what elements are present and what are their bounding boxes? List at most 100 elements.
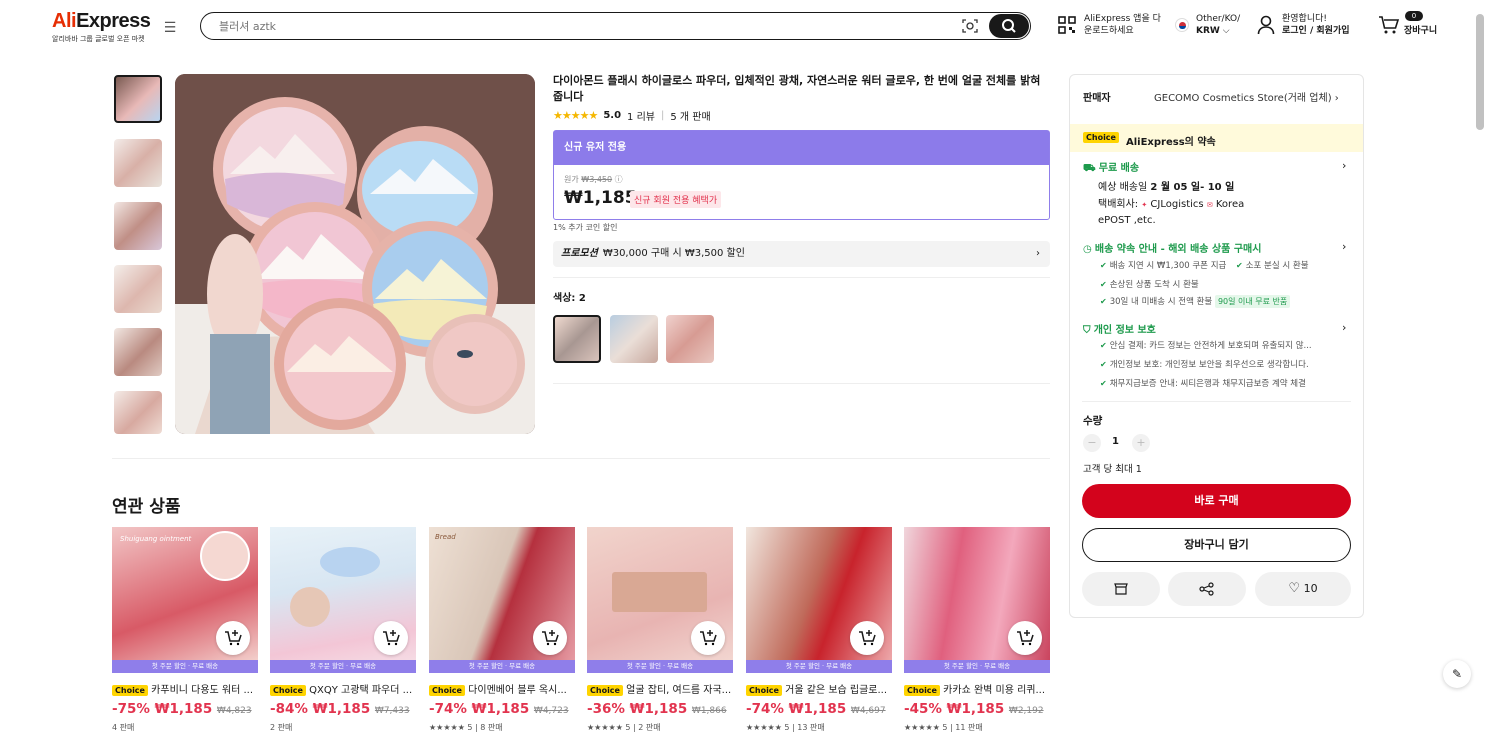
add-to-cart-icon[interactable] [691, 621, 725, 655]
quantity-increase-button[interactable]: + [1132, 434, 1150, 452]
account-link[interactable]: 환영합니다! 로그인 / 회원가입 [1282, 13, 1350, 37]
currency-label: KRW [1196, 26, 1220, 36]
search-input[interactable] [219, 17, 919, 35]
sold-count: 2 판매 [270, 723, 293, 732]
face-shape [290, 587, 330, 627]
color-option-3[interactable] [666, 315, 714, 363]
shield-icon: ⛉ [1083, 325, 1091, 336]
free-shipping-section[interactable]: ⛟ 무료 배송 [1083, 159, 1139, 176]
product-thumbnail[interactable]: Bread 첫 주문 할인 · 무료 배송 [429, 527, 575, 673]
gallery-thumb-6[interactable] [114, 391, 162, 434]
choice-chip: Choice [746, 685, 782, 696]
wishlist-button[interactable]: ♡ 10 [1255, 572, 1351, 606]
store-button[interactable] [1082, 572, 1160, 606]
divider [553, 383, 1050, 384]
app-download-link[interactable]: AliExpress 앱을 다 운로드하세요 [1084, 13, 1161, 37]
search-button[interactable] [989, 14, 1029, 38]
choice-chip: Choice [1083, 132, 1119, 143]
original-price: ₩4,723 [533, 706, 569, 716]
product-thumbnail[interactable]: 첫 주문 할인 · 무료 배송 [746, 527, 892, 673]
promo-band: 첫 주문 할인 · 무료 배송 [112, 660, 258, 673]
product-name[interactable]: QXQY 고광택 파우더 ... [309, 685, 412, 696]
chevron-down-icon: ⌵ [1222, 26, 1230, 36]
related-product-card[interactable]: 첫 주문 할인 · 무료 배송 Choice QXQY 고광택 파우더 ... … [270, 527, 416, 733]
image-search-icon[interactable] [962, 18, 978, 34]
privacy-item: ✔ 개인정보 보호: 개인정보 보안을 최우선으로 생각합니다. [1100, 358, 1309, 370]
gallery-thumb-5[interactable] [114, 328, 162, 376]
page-scrollbar[interactable] [1476, 14, 1484, 130]
seller-name-link[interactable]: GECOMO Cosmetics Store(거래 업체) › [1154, 89, 1339, 104]
related-product-card[interactable]: 첫 주문 할인 · 무료 배송 Choice 얼굴 잡티, 여드름 자국... … [587, 527, 733, 733]
login-signup-text: 로그인 / 회원가입 [1282, 26, 1350, 36]
add-to-cart-icon[interactable] [216, 621, 250, 655]
free-return-tag: 90일 이내 무료 반품 [1214, 295, 1291, 308]
color-option-2[interactable] [610, 315, 658, 363]
original-price: ₩2,192 [1008, 706, 1044, 716]
add-to-cart-icon[interactable] [374, 621, 408, 655]
review-count[interactable]: 1 리뷰 [627, 108, 655, 123]
sold-count: 4 판매 [112, 723, 135, 732]
product-name[interactable]: 거울 같은 보습 립글로... [785, 685, 887, 696]
cart-count-badge: 0 [1405, 11, 1423, 21]
product-name[interactable]: 얼굴 잡티, 여드름 자국... [626, 685, 731, 696]
product-name[interactable]: 카푸비니 다용도 워터 ... [151, 685, 253, 696]
sold-count: ★★★★★ 5 | 13 판매 [746, 723, 825, 732]
brand-prefix: Ali [52, 10, 77, 32]
carrier-info: 택배회사: ✦ CJLogistics ✉ Korea ePOST ,etc. [1098, 197, 1353, 229]
rating-row[interactable]: ★★★★★ 5.0 1 리뷰 | 5 개 판매 [553, 108, 711, 123]
add-to-cart-icon[interactable] [533, 621, 567, 655]
related-products-title: 연관 상품 [112, 497, 181, 517]
discount: -74% [429, 701, 467, 717]
gallery-thumb-2[interactable] [114, 139, 162, 187]
related-product-card[interactable]: Bread 첫 주문 할인 · 무료 배송 Choice 다이멘베어 블루 옥시… [429, 527, 575, 733]
sold-count: ★★★★★ 5 | 2 판매 [587, 723, 661, 732]
share-button[interactable] [1168, 572, 1246, 606]
promotion-row[interactable]: 프로모션 ₩30,000 구매 시 ₩3,500 할인 › [553, 241, 1050, 267]
choice-chip: Choice [904, 685, 940, 696]
guarantee-item: ✔ 손상된 상품 도착 시 환불 [1100, 278, 1199, 290]
related-product-card[interactable]: 첫 주문 할인 · 무료 배송 Choice 카카쇼 완벽 미용 리퀴... -… [904, 527, 1050, 733]
chevron-right-icon[interactable]: › [1342, 321, 1346, 334]
info-icon[interactable]: ⓘ [615, 175, 623, 184]
menu-icon[interactable]: ☰ [160, 18, 180, 38]
edit-pencil-icon[interactable]: ✎ [1443, 660, 1471, 688]
truck-icon: ⛟ [1083, 163, 1096, 174]
product-name[interactable]: 다이멘베어 블루 옥시... [468, 685, 567, 696]
app-line2: 운로드하세요 [1084, 26, 1134, 36]
related-product-card[interactable]: Shuiguang ointment 첫 주문 할인 · 무료 배송 Choic… [112, 527, 258, 733]
product-thumbnail[interactable]: 첫 주문 할인 · 무료 배송 [587, 527, 733, 673]
aliexpress-logo[interactable]: AliExpress 알리바바 그룹 글로벌 오픈 마켓 [52, 10, 151, 44]
product-thumbnail[interactable]: 첫 주문 할인 · 무료 배송 [904, 527, 1050, 673]
product-thumbnail[interactable]: 첫 주문 할인 · 무료 배송 [270, 527, 416, 673]
cart-label[interactable]: 장바구니 [1404, 25, 1437, 37]
delivery-guarantee-section[interactable]: ◷ 배송 약속 안내 - 해외 배송 상품 구매시 [1083, 240, 1261, 255]
korea-post-logo-icon: ✉ [1206, 201, 1213, 209]
add-to-cart-button[interactable]: 장바구니 담기 [1082, 528, 1351, 562]
gallery-thumb-4[interactable] [114, 265, 162, 313]
gallery-thumb-1[interactable] [114, 75, 162, 123]
gallery-thumb-3[interactable] [114, 202, 162, 250]
user-icon[interactable] [1257, 15, 1275, 35]
cart-icon[interactable] [1378, 15, 1400, 35]
guarantee-text: 소포 분실 시 환불 [1245, 261, 1309, 271]
original-price: ₩1,866 [691, 706, 727, 716]
privacy-section[interactable]: ⛉ 개인 정보 보호 [1083, 321, 1156, 336]
add-to-cart-icon[interactable] [850, 621, 884, 655]
related-product-card[interactable]: 첫 주문 할인 · 무료 배송 Choice 거울 같은 보습 립글로... -… [746, 527, 892, 733]
purchase-panel: 판매자 GECOMO Cosmetics Store(거래 업체) › Choi… [1069, 74, 1364, 618]
price: ₩1,185 [154, 701, 213, 717]
qr-code-icon[interactable] [1057, 15, 1077, 35]
quantity-decrease-button[interactable]: − [1083, 434, 1101, 452]
quantity-value[interactable]: 1 [1112, 436, 1119, 447]
buy-now-button[interactable]: 바로 구매 [1082, 484, 1351, 518]
add-to-cart-icon[interactable] [1008, 621, 1042, 655]
divider: | [660, 110, 665, 121]
chevron-right-icon[interactable]: › [1342, 240, 1346, 253]
region-selector[interactable]: Other/KO/ KRW ⌵ [1196, 13, 1240, 37]
color-option-1[interactable] [553, 315, 601, 363]
product-name[interactable]: 카카쇼 완벽 미용 리퀴... [943, 685, 1045, 696]
main-product-image[interactable] [175, 74, 535, 434]
chevron-right-icon[interactable]: › [1342, 159, 1346, 172]
privacy-text: 안심 결제: 카드 정보는 안전하게 보호되며 유출되지 않... [1109, 341, 1312, 351]
product-thumbnail[interactable]: Shuiguang ointment 첫 주문 할인 · 무료 배송 [112, 527, 258, 673]
